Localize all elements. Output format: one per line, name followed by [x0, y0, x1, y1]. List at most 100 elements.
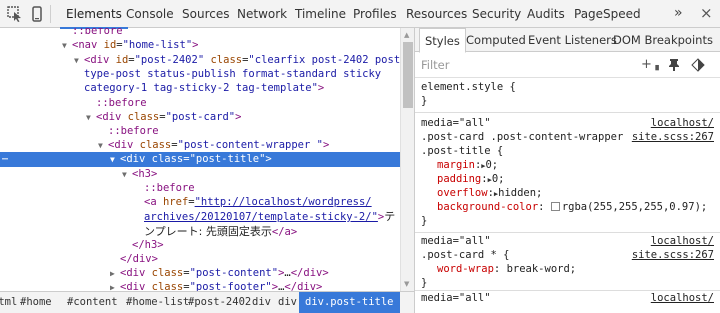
breadcrumb-div[interactable]: div	[278, 292, 297, 313]
dom-row[interactable]: ▶ <div class="post-footer">…</div>	[0, 280, 400, 291]
dom-row[interactable]: ▶ <div class="post-content">…</div>	[0, 266, 400, 281]
css-property[interactable]: word-wrap: break-word;	[421, 262, 714, 276]
more-tabs-chevron-icon[interactable]: »	[674, 0, 683, 28]
tab-pagespeed[interactable]: PageSpeed	[574, 0, 641, 28]
attr-value: "post-title"	[189, 153, 266, 165]
collapsed-triangle-icon[interactable]: ▶	[110, 266, 120, 281]
tab-timeline[interactable]: Timeline	[295, 0, 346, 28]
close-brace: }	[421, 215, 428, 227]
attr-value: category-1 tag-sticky-2 tag-template"	[84, 82, 318, 94]
tab-styles[interactable]: Styles	[419, 28, 466, 53]
tab-audits[interactable]: Audits	[527, 0, 565, 28]
expanded-triangle-icon[interactable]: ▼	[98, 138, 108, 153]
href-link[interactable]: archives/20120107/template-sticky-2/"	[144, 211, 378, 223]
attr-name: class	[210, 54, 243, 66]
pin-icon[interactable]	[667, 58, 681, 72]
css-property[interactable]: background-color: rgba(255,255,255,0.97)…	[421, 200, 714, 214]
breadcrumb-html[interactable]: html	[0, 292, 17, 313]
tag-name: div	[126, 153, 146, 165]
dom-row[interactable]: ▼ <div class="post-content-wrapper ">	[0, 138, 400, 153]
color-format-icon[interactable]	[691, 58, 705, 72]
tab-console[interactable]: Console	[126, 0, 174, 28]
pseudo-before: ::before	[144, 182, 195, 194]
tab-network[interactable]: Network	[237, 0, 287, 28]
dom-row-continued: type-post status-publish format-standard…	[0, 67, 400, 82]
expanded-triangle-icon[interactable]: ▼	[110, 152, 120, 167]
close-icon[interactable]: ×	[700, 0, 713, 28]
property-value: 0;	[491, 173, 505, 185]
dom-row-selected[interactable]: ⋯ ▼ <div class="post-title">	[0, 152, 400, 167]
add-rule-icon[interactable]: +▗	[641, 58, 659, 73]
breadcrumb-div[interactable]: div	[252, 292, 271, 313]
expanded-triangle-icon[interactable]: ▼	[74, 53, 84, 68]
tab-security[interactable]: Security	[472, 0, 521, 28]
tab-computed[interactable]: Computed	[466, 28, 526, 52]
source-link[interactable]: localhost/	[651, 116, 714, 130]
tab-sources[interactable]: Sources	[182, 0, 229, 28]
tab-dom-breakpoints[interactable]: DOM Breakpoints	[613, 28, 713, 52]
tag-name: div	[297, 281, 317, 291]
dom-row[interactable]: ▼ <h3>	[0, 167, 400, 182]
media-query: media="all"	[421, 235, 491, 247]
css-property[interactable]: margin:▶0;	[421, 158, 714, 172]
breadcrumb-home[interactable]: #home	[20, 292, 52, 313]
tag-name: div	[90, 54, 110, 66]
attr-name: class	[127, 111, 160, 123]
rule-selector[interactable]: .post-title {	[421, 144, 714, 158]
attr-name: id	[115, 54, 129, 66]
dom-row[interactable]: ▼ <nav id="home-list">	[0, 38, 400, 53]
filter-input[interactable]: Filter	[421, 52, 449, 78]
attr-name: class	[139, 139, 172, 151]
expanded-triangle-icon[interactable]: ▼	[122, 167, 132, 182]
dom-row[interactable]: </div>	[0, 252, 400, 267]
rule-media: media="all" localhost/	[421, 116, 714, 130]
attr-name: href	[162, 196, 189, 208]
dom-row[interactable]: </h3>	[0, 238, 400, 253]
tag-open: <h3>	[132, 168, 158, 180]
attr-value: "home-list"	[122, 39, 193, 51]
css-property[interactable]: padding:▶0;	[421, 172, 714, 186]
property-name: overflow	[437, 187, 488, 199]
dom-row[interactable]: ▼ <div class="post-card">	[0, 110, 400, 125]
scroll-up-arrow-icon[interactable]: ▲	[404, 31, 409, 39]
tab-event-listeners[interactable]: Event Listeners	[528, 28, 617, 52]
selection-marker-icon: ⋯	[2, 154, 9, 165]
pseudo-before: ::before	[72, 28, 123, 37]
elements-scrollbar[interactable]: ▲ ▼	[400, 28, 414, 291]
breadcrumb-content[interactable]: #content	[67, 292, 118, 313]
css-property[interactable]: overflow:▶hidden;	[421, 186, 714, 200]
color-swatch[interactable]	[550, 202, 560, 211]
dom-row[interactable]: <a href="http://localhost/wordpress/	[0, 195, 400, 210]
tab-resources[interactable]: Resources	[406, 0, 467, 28]
rule-selector[interactable]: .post-card * { site.scss:267	[421, 248, 714, 262]
source-link[interactable]: site.scss:267	[632, 130, 714, 144]
device-mode-icon[interactable]	[28, 5, 46, 23]
property-value: break-word;	[506, 263, 577, 275]
element-style-selector[interactable]: element.style {	[421, 80, 714, 94]
scroll-down-arrow-icon[interactable]: ▼	[404, 280, 409, 288]
tab-elements[interactable]: Elements	[60, 0, 128, 29]
tab-profiles[interactable]: Profiles	[353, 0, 397, 28]
expanded-triangle-icon[interactable]: ▼	[62, 38, 72, 53]
dom-row[interactable]: ▼ <div id="post-2402" class="clearfix pos…	[0, 53, 400, 68]
source-link[interactable]: localhost/	[651, 234, 714, 248]
breadcrumb-home-list[interactable]: #home-list	[126, 292, 189, 313]
collapsed-triangle-icon[interactable]: ▶	[110, 280, 120, 291]
rule-selector[interactable]: .post-card .post-content-wrapper site.sc…	[421, 130, 714, 144]
expanded-triangle-icon[interactable]: ▼	[86, 110, 96, 125]
inspect-icon[interactable]	[6, 5, 24, 23]
dom-row[interactable]: ::before	[0, 96, 400, 111]
breadcrumb-post-title[interactable]: div.post-title	[299, 292, 400, 313]
property-name: word-wrap	[437, 263, 494, 275]
tag-close: </a>	[271, 226, 298, 238]
attr-name: class	[151, 153, 184, 165]
scrollbar-thumb[interactable]	[403, 42, 413, 108]
source-link[interactable]: site.scss:267	[632, 248, 714, 262]
close-brace: }	[421, 277, 428, 289]
dom-row-continued: category-1 tag-sticky-2 tag-template">	[84, 82, 325, 94]
dom-row[interactable]: ::before	[0, 124, 400, 139]
breadcrumb-post-2402[interactable]: #post-2402	[188, 292, 251, 313]
dom-row[interactable]: ::before	[0, 181, 400, 196]
source-link[interactable]: localhost/	[651, 291, 714, 305]
href-link[interactable]: "http://localhost/wordpress/	[195, 196, 372, 208]
